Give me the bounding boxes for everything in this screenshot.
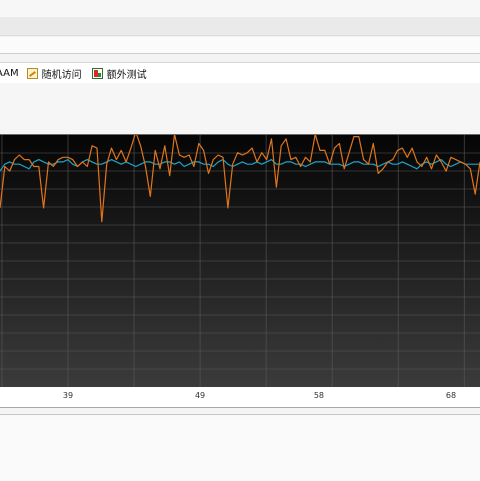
tab-extra-tests-label: 额外测试 <box>106 69 147 81</box>
tab-random-access-label: 随机访问 <box>41 69 82 81</box>
x-tick-label: 68 <box>445 391 457 400</box>
content-area <box>0 83 480 135</box>
benchmark-chart <box>0 134 480 388</box>
x-axis-strip: 39 49 58 68 <box>0 387 480 408</box>
x-tick-label: 49 <box>194 391 206 400</box>
tab-toolbar: AAM 随机访问 额外测试 <box>0 62 480 84</box>
tab-random-access[interactable]: 随机访问 <box>26 63 82 83</box>
results-panel <box>0 414 480 481</box>
menu-bar <box>0 37 480 54</box>
extra-tests-icon <box>91 67 103 79</box>
tab-extra-tests[interactable]: 额外测试 <box>91 63 147 83</box>
x-tick-label: 58 <box>313 391 325 400</box>
tab-aam[interactable]: AAM <box>0 63 19 83</box>
chart-svg <box>0 135 480 388</box>
tab-aam-label: AAM <box>0 67 19 79</box>
title-stripe <box>0 17 480 36</box>
random-access-icon <box>26 67 38 79</box>
chart-background <box>0 135 480 388</box>
window-titlebar <box>0 0 480 36</box>
x-tick-label: 39 <box>62 391 74 400</box>
